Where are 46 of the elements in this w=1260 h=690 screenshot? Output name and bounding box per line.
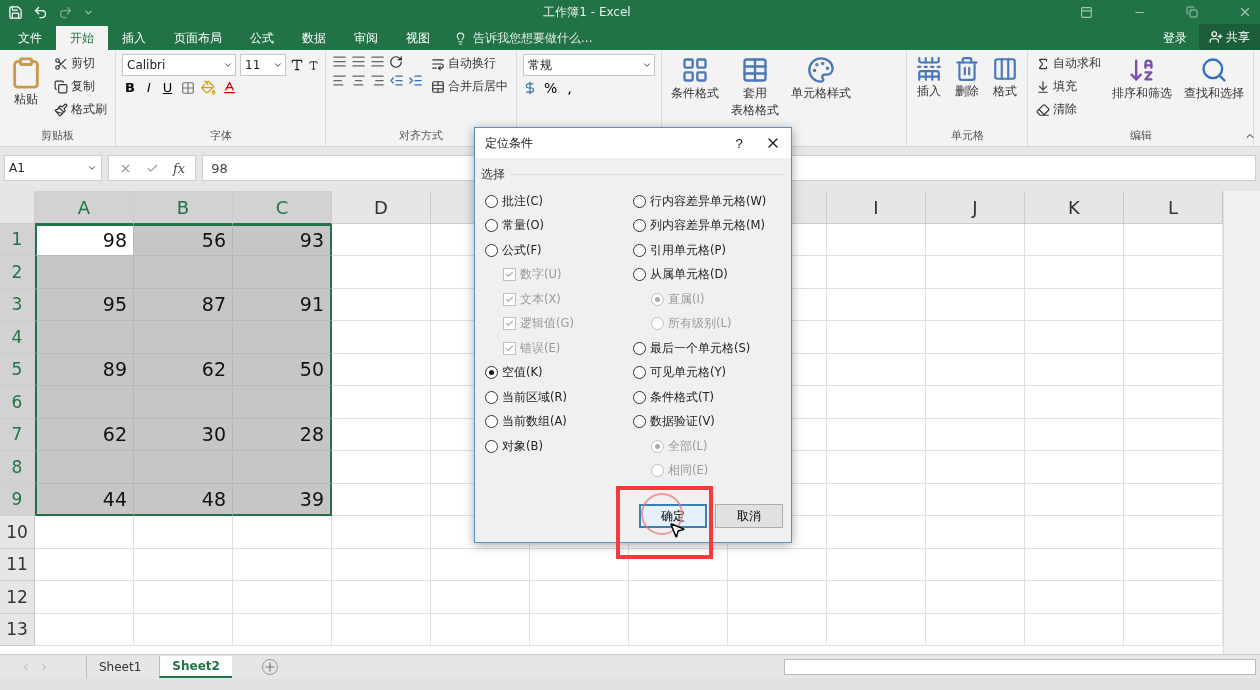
section-label: 选择	[481, 166, 505, 183]
table-cell: 93	[233, 223, 332, 256]
table-cell: 30	[134, 418, 233, 451]
option-label: 直属(I)	[668, 291, 705, 307]
dialog-title: 定位条件	[485, 134, 534, 152]
option-label: 常量(O)	[502, 218, 545, 234]
option-label: 当前区域(R)	[502, 389, 567, 405]
option-label: 条件格式(T)	[650, 389, 714, 405]
group-label: 编辑	[1129, 128, 1152, 144]
table-cell: 56	[134, 223, 233, 256]
option-label: 全部(L)	[668, 438, 708, 454]
option-label: 行内容差异单元格(W)	[650, 193, 767, 209]
group-label: 对齐方式	[399, 128, 443, 144]
option-label: 对象(B)	[502, 438, 543, 454]
option-label: 相同(E)	[668, 463, 709, 479]
option-label: 文本(X)	[520, 291, 561, 307]
option-label: 所有级别(L)	[668, 316, 732, 332]
option-label: 列内容差异单元格(M)	[650, 218, 765, 234]
option-label: 逻辑值(G)	[520, 316, 574, 332]
table-cell: 50	[233, 353, 332, 386]
table-cell: 98	[35, 223, 134, 256]
table-cell: 39	[233, 483, 332, 516]
option-label: 可见单元格(Y)	[650, 365, 726, 381]
group-label: 字体	[209, 128, 232, 144]
table-cell: 28	[233, 418, 332, 451]
table-cell: 62	[134, 353, 233, 386]
table-cell: 89	[35, 353, 134, 386]
option-label: 从属单元格(D)	[650, 267, 728, 283]
option-label: 公式(F)	[502, 242, 542, 258]
option-label: 错误(E)	[520, 340, 561, 356]
table-cell: 44	[35, 483, 134, 516]
window-title: 工作簿1 - Excel	[542, 3, 632, 21]
option-label: 空值(K)	[502, 365, 543, 381]
group-label: 剪贴板	[41, 128, 74, 144]
option-label: 当前数组(A)	[502, 414, 567, 430]
option-label: 批注(C)	[502, 193, 543, 209]
option-label: 引用单元格(P)	[650, 242, 726, 258]
option-label: 数据验证(V)	[650, 414, 715, 430]
table-cell: 95	[35, 288, 134, 321]
table-cell: 62	[35, 418, 134, 451]
table-cell: 48	[134, 483, 233, 516]
table-cell: 91	[233, 288, 332, 321]
table-cell: 87	[134, 288, 233, 321]
option-label: 数字(U)	[520, 267, 562, 283]
option-label: 最后一个单元格(S)	[650, 340, 751, 356]
group-label: 单元格	[950, 128, 984, 144]
